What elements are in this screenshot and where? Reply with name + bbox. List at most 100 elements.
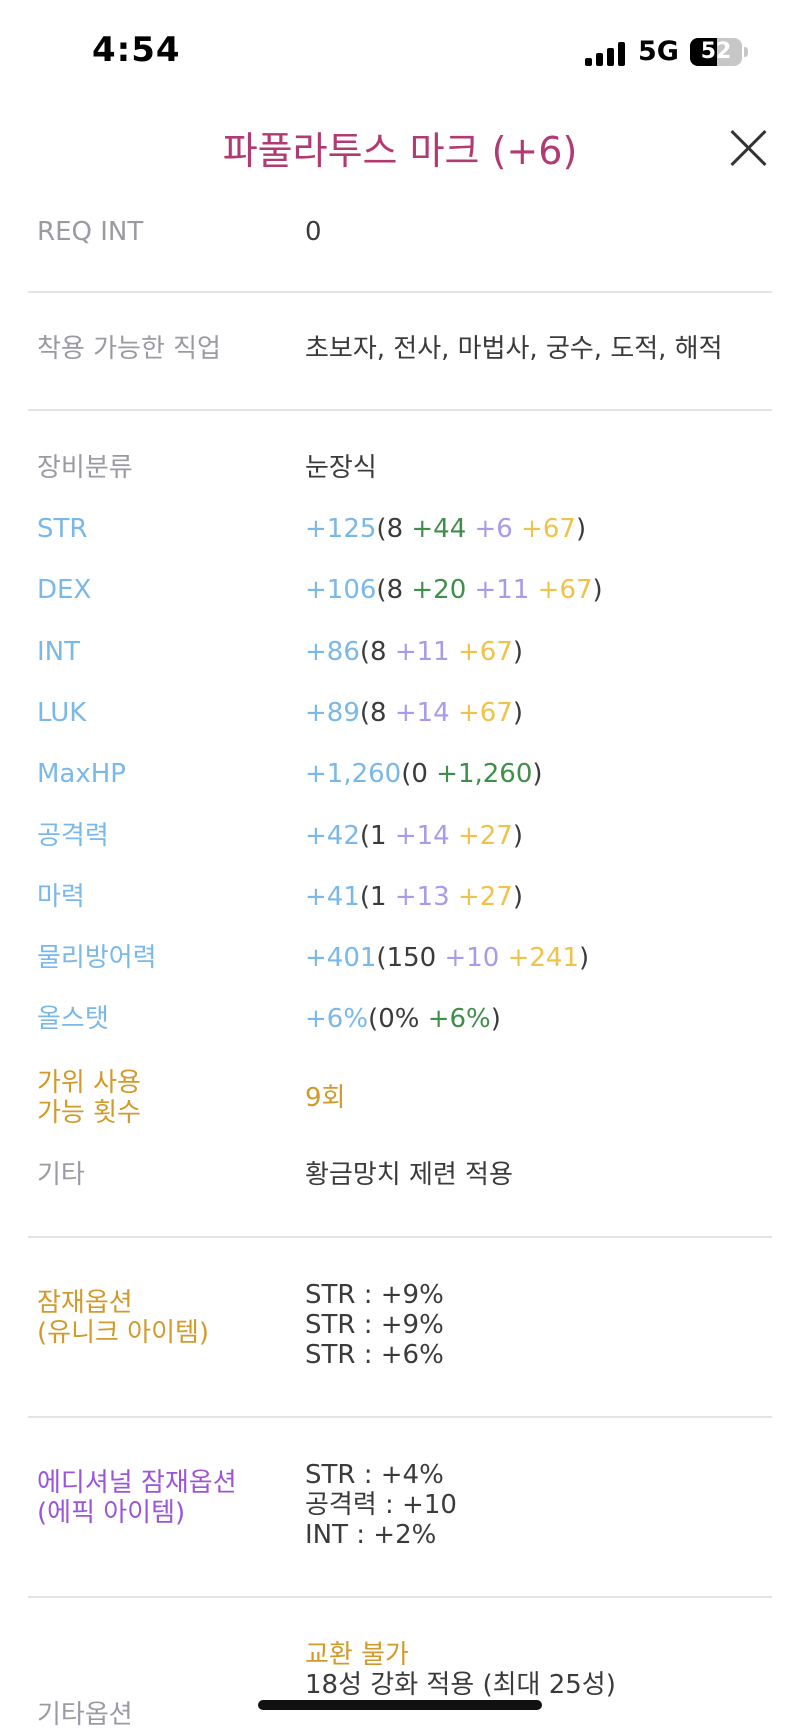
- stat-value: +86(8 +11 +67): [305, 637, 523, 667]
- potential-line: STR : +9%: [305, 1280, 444, 1310]
- stat-base: (0: [401, 759, 428, 789]
- stat-value: +42(1 +14 +27): [305, 821, 523, 851]
- stat-bonus: +6: [466, 514, 513, 544]
- stat-total: +89: [305, 698, 360, 728]
- stat-label: MaxHP: [37, 759, 126, 789]
- stat-bonus: +67: [529, 575, 593, 605]
- divider: [28, 1416, 772, 1418]
- stat-total: +6%: [305, 1004, 369, 1034]
- additional-potential-lines: STR : +4% 공격력 : +10 INT : +2%: [305, 1460, 457, 1550]
- stat-total: +1,260: [305, 759, 402, 789]
- stat-label: LUK: [37, 698, 87, 728]
- network-type: 5G: [638, 36, 679, 67]
- stat-bonus: +27: [449, 821, 513, 851]
- stat-close-paren: ): [512, 698, 523, 728]
- battery-icon: 52: [690, 38, 742, 66]
- tradeable-status: 교환 불가: [305, 1640, 409, 1670]
- stat-value: +89(8 +14 +67): [305, 698, 523, 728]
- stat-bonus: +1,260: [427, 759, 533, 789]
- stat-bonus: +13: [386, 882, 450, 912]
- stat-value: +401(150 +10 +241): [305, 943, 589, 973]
- stat-label: STR: [37, 514, 88, 544]
- additional-potential-label: 에디셔널 잠재옵션 (에픽 아이템): [37, 1468, 237, 1528]
- stat-close-paren: ): [490, 1004, 501, 1034]
- stat-total: +41: [305, 882, 360, 912]
- stat-close-paren: ): [532, 759, 543, 789]
- scissors-label: 가위 사용 가능 횟수: [37, 1068, 141, 1128]
- stat-label: 물리방어력: [37, 943, 157, 973]
- category-value: 눈장식: [305, 453, 377, 483]
- starforce-status: 18성 강화 적용 (최대 25성): [305, 1670, 616, 1700]
- stat-base: (150: [376, 943, 437, 973]
- scissors-value: 9회: [305, 1083, 346, 1113]
- stat-total: +86: [305, 637, 360, 667]
- additional-line: 공격력 : +10: [305, 1490, 457, 1520]
- stat-label: 올스탯: [37, 1004, 109, 1034]
- stat-base: (8: [359, 698, 387, 728]
- jobs-label: 착용 가능한 직업: [37, 334, 221, 364]
- cellular-signal-icon: [585, 42, 627, 66]
- stat-base: (1: [359, 821, 387, 851]
- etc-label: 기타: [37, 1160, 85, 1190]
- category-label: 장비분류: [37, 453, 133, 483]
- other-options-lines: 교환 불가 18성 강화 적용 (최대 25성): [305, 1640, 616, 1700]
- stat-base: (1: [359, 882, 387, 912]
- stat-value: +125(8 +44 +6 +67): [305, 514, 586, 544]
- stat-close-paren: ): [592, 575, 603, 605]
- item-title: 파풀라투스 마크 (+6): [222, 129, 578, 173]
- stat-value: +6%(0% +6%): [305, 1004, 501, 1034]
- potential-line: STR : +6%: [305, 1340, 444, 1370]
- potential-label: 잠재옵션 (유니크 아이템): [37, 1288, 210, 1348]
- stat-base: (0%: [368, 1004, 420, 1034]
- stat-bonus: +11: [386, 637, 450, 667]
- stat-close-paren: ): [579, 943, 590, 973]
- stat-label: 공격력: [37, 821, 109, 851]
- divider: [28, 409, 772, 411]
- stat-value: +1,260(0 +1,260): [305, 759, 543, 789]
- stat-bonus: +14: [386, 821, 450, 851]
- stat-close-paren: ): [575, 514, 587, 544]
- stat-bonus: +44: [403, 514, 467, 544]
- stat-bonus: +6%: [419, 1004, 491, 1034]
- divider: [28, 291, 772, 293]
- stat-value: +41(1 +13 +27): [305, 882, 523, 912]
- additional-line: STR : +4%: [305, 1460, 444, 1490]
- req-int-label: REQ INT: [37, 217, 144, 247]
- status-bar: 4:54 5G 52: [0, 0, 800, 100]
- stat-bonus: +11: [466, 575, 530, 605]
- req-int-value: 0: [305, 217, 322, 247]
- home-indicator[interactable]: [258, 1700, 542, 1710]
- divider: [28, 1596, 772, 1598]
- stat-bonus: +20: [403, 575, 467, 605]
- stat-base: (8: [376, 514, 404, 544]
- stat-bonus: +14: [386, 698, 450, 728]
- stat-bonus: +67: [449, 698, 513, 728]
- additional-line: INT : +2%: [305, 1520, 437, 1550]
- potential-line: STR : +9%: [305, 1310, 444, 1340]
- etc-value: 황금망치 제련 적용: [305, 1160, 513, 1190]
- close-icon[interactable]: [728, 128, 768, 168]
- stat-bonus: +67: [512, 514, 576, 544]
- stat-close-paren: ): [512, 882, 523, 912]
- stat-bonus: +27: [449, 882, 513, 912]
- other-options-label: 기타옵션: [37, 1700, 133, 1730]
- battery-tip: [744, 47, 748, 57]
- stat-close-paren: ): [512, 821, 523, 851]
- stat-bonus: +10: [436, 943, 500, 973]
- potential-lines: STR : +9% STR : +9% STR : +6%: [305, 1280, 444, 1370]
- stat-label: INT: [37, 637, 80, 667]
- stat-total: +125: [305, 514, 377, 544]
- divider: [28, 1236, 772, 1238]
- stat-value: +106(8 +20 +11 +67): [305, 575, 603, 605]
- stat-label: 마력: [37, 882, 85, 912]
- battery-level: 52: [700, 39, 732, 64]
- stat-total: +106: [305, 575, 377, 605]
- jobs-value: 초보자, 전사, 마법사, 궁수, 도적, 해적: [305, 334, 723, 364]
- stat-label: DEX: [37, 575, 92, 605]
- stat-total: +42: [305, 821, 360, 851]
- stat-bonus: +67: [449, 637, 513, 667]
- stat-base: (8: [376, 575, 404, 605]
- stat-total: +401: [305, 943, 377, 973]
- stat-bonus: +241: [499, 943, 580, 973]
- stat-close-paren: ): [512, 637, 523, 667]
